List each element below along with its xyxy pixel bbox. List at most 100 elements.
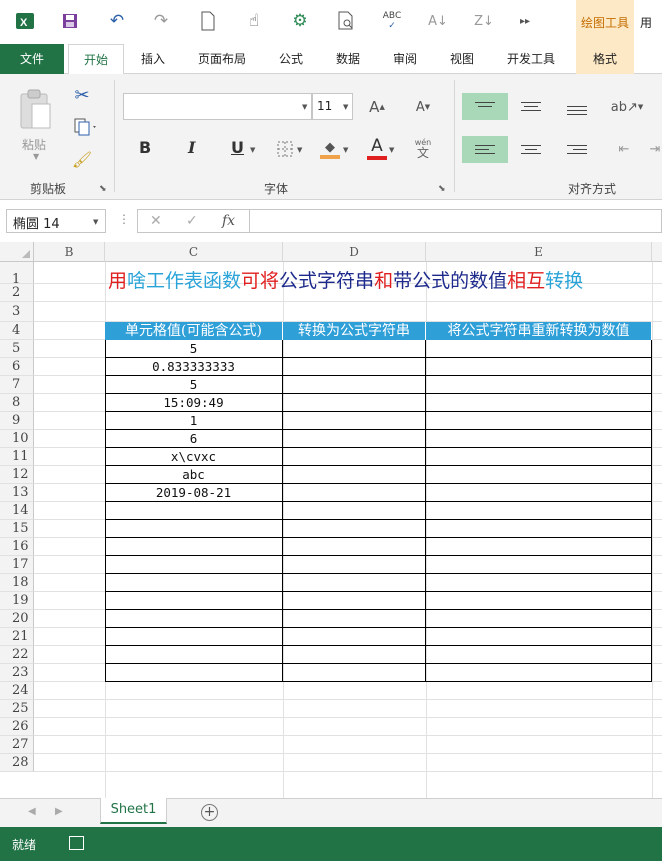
underline-button[interactable]: U	[231, 138, 244, 157]
bold-button[interactable]: B	[139, 138, 151, 157]
align-middle-button[interactable]	[508, 93, 554, 120]
save-icon[interactable]	[57, 8, 83, 34]
table-cell-formula[interactable]	[283, 376, 426, 394]
table-cell-value[interactable]	[105, 520, 283, 538]
insert-function-icon[interactable]: fx	[222, 213, 235, 229]
customize-qat-icon[interactable]: ▸▸	[512, 8, 538, 34]
table-cell-converted[interactable]	[426, 538, 652, 556]
table-cell-value[interactable]	[105, 556, 283, 574]
row-header[interactable]: 16	[0, 538, 34, 556]
undo-icon[interactable]: ↶	[104, 8, 130, 34]
table-cell-formula[interactable]	[283, 412, 426, 430]
table-cell-converted[interactable]	[426, 340, 652, 358]
tab-developer[interactable]: 开发工具	[497, 44, 565, 74]
phonetic-guide-icon[interactable]: wén 文	[410, 134, 436, 162]
table-cell-converted[interactable]	[426, 466, 652, 484]
table-cell-converted[interactable]	[426, 520, 652, 538]
font-name-select[interactable]: ▼	[123, 93, 312, 120]
table-header-to-formula[interactable]: 转换为公式字符串	[283, 322, 426, 340]
grow-font-icon[interactable]: A ▲	[366, 96, 388, 118]
table-cell-value[interactable]: 5	[105, 376, 283, 394]
row-header[interactable]: 24	[0, 682, 34, 700]
table-cell-value[interactable]: abc	[105, 466, 283, 484]
row-header[interactable]: 17	[0, 556, 34, 574]
table-cell-converted[interactable]	[426, 628, 652, 646]
align-top-button[interactable]	[462, 93, 508, 120]
table-cell-formula[interactable]	[283, 574, 426, 592]
table-cell-formula[interactable]	[283, 484, 426, 502]
table-cell-value[interactable]: 5	[105, 340, 283, 358]
orientation-icon[interactable]: ab↗ ▼	[611, 96, 644, 118]
table-cell-converted[interactable]	[426, 556, 652, 574]
chevron-down-icon[interactable]: ▼	[297, 146, 302, 154]
chevron-down-icon[interactable]: ▼	[389, 146, 394, 154]
table-cell-formula[interactable]	[283, 430, 426, 448]
tab-page-layout[interactable]: 页面布局	[188, 44, 256, 74]
select-all-button[interactable]	[0, 242, 34, 262]
name-box[interactable]: 椭圆 14 ▼	[6, 209, 106, 233]
row-header[interactable]: 9	[0, 412, 34, 430]
row-header[interactable]: 2	[0, 284, 34, 302]
table-cell-formula[interactable]	[283, 466, 426, 484]
table-cell-converted[interactable]	[426, 394, 652, 412]
scroll-tabs-left-icon[interactable]: ◀	[28, 806, 36, 817]
font-color-icon[interactable]: A	[365, 134, 389, 162]
check-in-icon[interactable]: ⚙	[287, 8, 313, 34]
align-center-button[interactable]	[508, 136, 554, 163]
row-header[interactable]: 19	[0, 592, 34, 610]
tab-file[interactable]: 文件	[0, 44, 64, 74]
format-painter-icon[interactable]: 🖌	[71, 148, 93, 170]
increase-indent-icon[interactable]: ⇥	[648, 138, 662, 160]
paste-label[interactable]: 粘贴	[22, 136, 46, 153]
table-header-to-value[interactable]: 将公式字符串重新转换为数值	[426, 322, 652, 340]
table-cell-value[interactable]: 2019-08-21	[105, 484, 283, 502]
copy-icon[interactable]	[71, 116, 101, 138]
align-left-button[interactable]	[462, 136, 508, 163]
table-cell-value[interactable]	[105, 574, 283, 592]
table-cell-formula[interactable]	[283, 340, 426, 358]
column-header-f[interactable]	[652, 242, 662, 262]
table-cell-formula[interactable]	[283, 664, 426, 682]
table-cell-value[interactable]	[105, 502, 283, 520]
table-cell-formula[interactable]	[283, 610, 426, 628]
row-header[interactable]: 26	[0, 718, 34, 736]
table-cell-value[interactable]	[105, 664, 283, 682]
italic-button[interactable]: I	[188, 138, 195, 157]
sort-ascending-icon[interactable]: A↓	[425, 8, 451, 34]
table-cell-value[interactable]	[105, 610, 283, 628]
row-header[interactable]: 7	[0, 376, 34, 394]
add-sheet-icon[interactable]: +	[201, 804, 218, 821]
table-cell-value[interactable]: x\cvxc	[105, 448, 283, 466]
worksheet-grid[interactable]: B C D E 1 2 3 4 5 6 7 8 9 10 11 12 13 14 15 16 17 18 19 20 2…	[0, 242, 662, 798]
table-cell-converted[interactable]	[426, 502, 652, 520]
row-header[interactable]: 25	[0, 700, 34, 718]
paste-dropdown-icon[interactable]: ▼	[33, 152, 39, 161]
row-header[interactable]: 23	[0, 664, 34, 682]
table-cell-converted[interactable]	[426, 610, 652, 628]
table-cell-value[interactable]	[105, 538, 283, 556]
spelling-icon[interactable]: ABC ✓	[379, 8, 405, 34]
tab-review[interactable]: 审阅	[382, 44, 428, 74]
row-header[interactable]: 8	[0, 394, 34, 412]
table-cell-formula[interactable]	[283, 592, 426, 610]
table-cell-converted[interactable]	[426, 376, 652, 394]
table-cell-formula[interactable]	[283, 394, 426, 412]
tab-data[interactable]: 数据	[325, 44, 371, 74]
sort-descending-icon[interactable]: Z↓	[471, 8, 497, 34]
row-header[interactable]: 15	[0, 520, 34, 538]
table-cell-converted[interactable]	[426, 430, 652, 448]
redo-icon[interactable]: ↷	[148, 8, 174, 34]
row-header[interactable]: 5	[0, 340, 34, 358]
table-cell-converted[interactable]	[426, 664, 652, 682]
align-bottom-button[interactable]	[554, 93, 600, 120]
column-header-b[interactable]: B	[34, 242, 105, 262]
table-cell-value[interactable]	[105, 628, 283, 646]
table-cell-converted[interactable]	[426, 574, 652, 592]
table-cell-converted[interactable]	[426, 484, 652, 502]
table-cell-converted[interactable]	[426, 592, 652, 610]
table-header-cell-value[interactable]: 单元格值(可能含公式)	[105, 322, 283, 340]
row-header[interactable]: 1	[0, 262, 34, 287]
row-header[interactable]: 27	[0, 736, 34, 754]
row-header[interactable]: 18	[0, 574, 34, 592]
tab-insert[interactable]: 插入	[130, 44, 176, 74]
